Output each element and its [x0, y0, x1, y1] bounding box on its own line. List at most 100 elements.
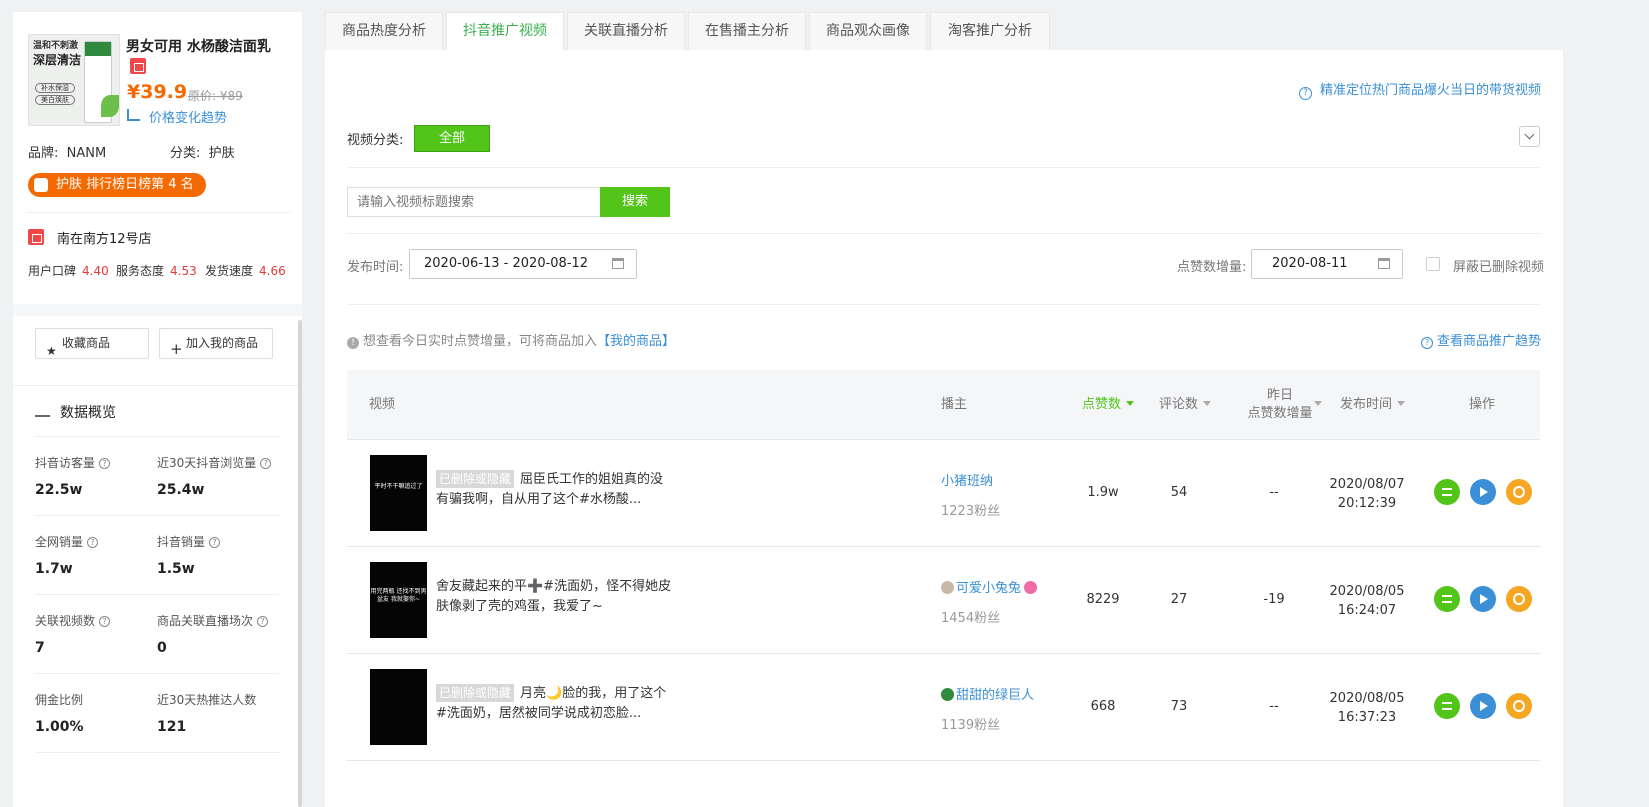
sort-icon[interactable] — [1314, 401, 1322, 406]
favorite-label: 收藏商品 — [62, 336, 111, 350]
help-icon: ? — [1420, 337, 1433, 349]
detail-button[interactable] — [1434, 586, 1460, 612]
help-icon[interactable]: ? — [257, 616, 269, 627]
target-icon — [1513, 593, 1525, 605]
image-text: 美白焕肤 — [35, 95, 75, 105]
score-label: 服务态度 — [116, 264, 165, 278]
product-title[interactable]: 男女可用 水杨酸洁面乳 — [126, 36, 271, 56]
publish-time: 2020/08/05 16:37:23 — [1322, 689, 1412, 727]
add-mine-button[interactable]: + 加入我的商品 — [159, 328, 273, 359]
price-trend-link[interactable]: 价格变化趋势 — [149, 107, 227, 126]
stat-value: 121 — [157, 719, 187, 735]
score-value: 4.66 — [259, 264, 286, 278]
rank-badge[interactable]: 护肤 排行榜日榜第 4 名 — [28, 173, 206, 197]
my-products-link[interactable]: 【我的商品】 — [597, 334, 675, 349]
tab-taoke-analysis[interactable]: 淘客推广分析 — [930, 12, 1050, 50]
info-text: 想查看今日实时点赞增量，可将商品加入 — [363, 334, 598, 349]
favorite-button[interactable]: ★ 收藏商品 — [35, 328, 149, 359]
likes-date-picker[interactable]: 2020-08-11 — [1251, 249, 1403, 279]
col-publish-time-sort[interactable]: 发布时间 — [1340, 396, 1406, 414]
hint-link[interactable]: ? 精准定位热门商品爆火当日的带货视频 — [1298, 79, 1541, 100]
store-name[interactable]: 南在南方12号店 — [57, 228, 152, 247]
video-title[interactable]: 舍友藏起来的平➕#洗面奶，怪不得她皮肤像剥了壳的鸡蛋，我爱了~ — [436, 577, 676, 617]
table-row[interactable]: 用完两瓶 还找不到男盆友 我就娶你~ 舍友藏起来的平➕#洗面奶，怪不得她皮肤像剥… — [347, 547, 1540, 654]
info-icon: ! — [347, 337, 359, 349]
help-icon[interactable]: ? — [99, 616, 111, 627]
video-search-input[interactable] — [347, 187, 601, 217]
anchor-name[interactable]: 甜甜的绿巨人 — [941, 684, 1034, 703]
col-yesterday-sort[interactable]: 昨日 点赞数增量 — [1235, 387, 1325, 423]
deleted-tag: 已删除或隐藏 — [436, 684, 515, 702]
publish-time: 2020/08/07 20:12:39 — [1322, 475, 1412, 513]
divider — [35, 515, 279, 516]
store-score: 发货速度 4.66 — [205, 262, 286, 279]
col-video: 视频 — [369, 397, 396, 412]
product-sidebar: 温和不刺激 深层清洁 补水保湿 美白焕肤 男女可用 水杨酸洁面乳 ¥39.9 原… — [13, 12, 302, 807]
divider — [35, 673, 279, 674]
stat-label-text: 全网销量 — [35, 535, 84, 549]
section-separator — [13, 304, 302, 316]
target-button[interactable] — [1506, 693, 1532, 719]
anchor-name[interactable]: 可爱小兔兔 — [941, 577, 1039, 596]
play-button[interactable] — [1470, 693, 1496, 719]
anchor-name[interactable]: 小猪班纳 — [941, 470, 993, 489]
divider — [347, 167, 1540, 168]
help-icon[interactable]: ? — [87, 537, 99, 548]
help-icon[interactable]: ? — [260, 458, 272, 469]
stat-label: 抖音访客量? — [35, 454, 111, 471]
play-button[interactable] — [1470, 479, 1496, 505]
stat-label-text: 抖音销量 — [157, 535, 206, 549]
store-score: 用户口碑 4.40 — [28, 262, 109, 279]
help-icon[interactable]: ? — [99, 458, 111, 469]
target-button[interactable] — [1506, 479, 1532, 505]
anchor-fans: 1454粉丝 — [941, 611, 1001, 626]
hide-deleted-label[interactable]: 屏蔽已删除视频 — [1453, 256, 1544, 275]
product-price: ¥39.9 — [127, 81, 188, 103]
stat-label-text: 近30天抖音浏览量 — [157, 456, 257, 470]
tab-product-heat[interactable]: 商品热度分析 — [325, 12, 443, 50]
table-row[interactable]: 已删除或隐藏 月亮🌙脸的我，用了这个#洗面奶，居然被同学说成初恋脸... 甜甜的绿… — [347, 654, 1540, 761]
divider — [28, 212, 290, 213]
help-icon[interactable]: ? — [209, 537, 221, 548]
col-yesterday-label: 昨日 — [1266, 388, 1293, 403]
stat-value: 1.00% — [35, 719, 84, 735]
brand-value: NANM — [66, 146, 107, 161]
publish-date-range[interactable]: 2020-06-13 - 2020-08-12 — [409, 249, 637, 279]
tab-douyin-videos[interactable]: 抖音推广视频 — [446, 12, 564, 50]
product-image[interactable]: 温和不刺激 深层清洁 补水保湿 美白焕肤 — [28, 34, 120, 126]
tab-audience-portrait[interactable]: 商品观众画像 — [809, 12, 927, 50]
score-value: 4.53 — [170, 264, 197, 278]
video-title[interactable]: 已删除或隐藏 屈臣氏工作的姐姐真的没有骗我啊，自从用了这个#水杨酸... — [436, 470, 676, 510]
promotion-trend-link[interactable]: ? 查看商品推广趋势 — [1420, 330, 1541, 349]
detail-button[interactable] — [1434, 693, 1460, 719]
video-thumbnail[interactable]: 用完两瓶 还找不到男盆友 我就娶你~ — [370, 562, 427, 638]
tab-anchor-analysis[interactable]: 在售播主分析 — [688, 12, 806, 50]
sidebar-scrollbar[interactable] — [298, 320, 302, 807]
table-row[interactable]: 平时不干嘛追过了 已删除或隐藏 屈臣氏工作的姐姐真的没有骗我啊，自从用了这个#水杨… — [347, 440, 1540, 547]
chevron-down-icon[interactable] — [1519, 126, 1540, 147]
detail-button[interactable] — [1434, 479, 1460, 505]
leaf-graphic — [101, 95, 119, 117]
video-thumbnail[interactable]: 平时不干嘛追过了 — [370, 455, 427, 531]
anchor-fans: 1223粉丝 — [941, 504, 1001, 519]
col-comments-sort[interactable]: 评论数 — [1159, 396, 1212, 414]
likes-date-label: 点赞数增量: — [1177, 260, 1247, 275]
hide-deleted-checkbox[interactable] — [1426, 257, 1440, 271]
play-button[interactable] — [1470, 586, 1496, 612]
target-button[interactable] — [1506, 586, 1532, 612]
hint-text: 精准定位热门商品爆火当日的带货视频 — [1319, 83, 1541, 98]
tab-live-analysis[interactable]: 关联直播分析 — [567, 12, 685, 50]
col-ops: 操作 — [1469, 397, 1496, 412]
category-value: 护肤 — [208, 146, 235, 161]
col-likes-sort[interactable]: 点赞数 — [1082, 396, 1135, 414]
col-anchor: 播主 — [941, 397, 968, 412]
flower-emoji-icon — [1024, 581, 1038, 594]
stat-label-text: 商品关联直播场次 — [157, 614, 254, 628]
stat-value: 7 — [35, 640, 45, 656]
search-button[interactable]: 搜索 — [600, 187, 670, 217]
col-yesterday-label: 点赞数增量 — [1247, 406, 1313, 421]
video-thumbnail[interactable] — [370, 669, 427, 745]
video-title[interactable]: 已删除或隐藏 月亮🌙脸的我，用了这个#洗面奶，居然被同学说成初恋脸... — [436, 684, 676, 724]
publish-date-label: 发布时间: — [347, 260, 404, 275]
category-all-button[interactable]: 全部 — [414, 125, 490, 152]
